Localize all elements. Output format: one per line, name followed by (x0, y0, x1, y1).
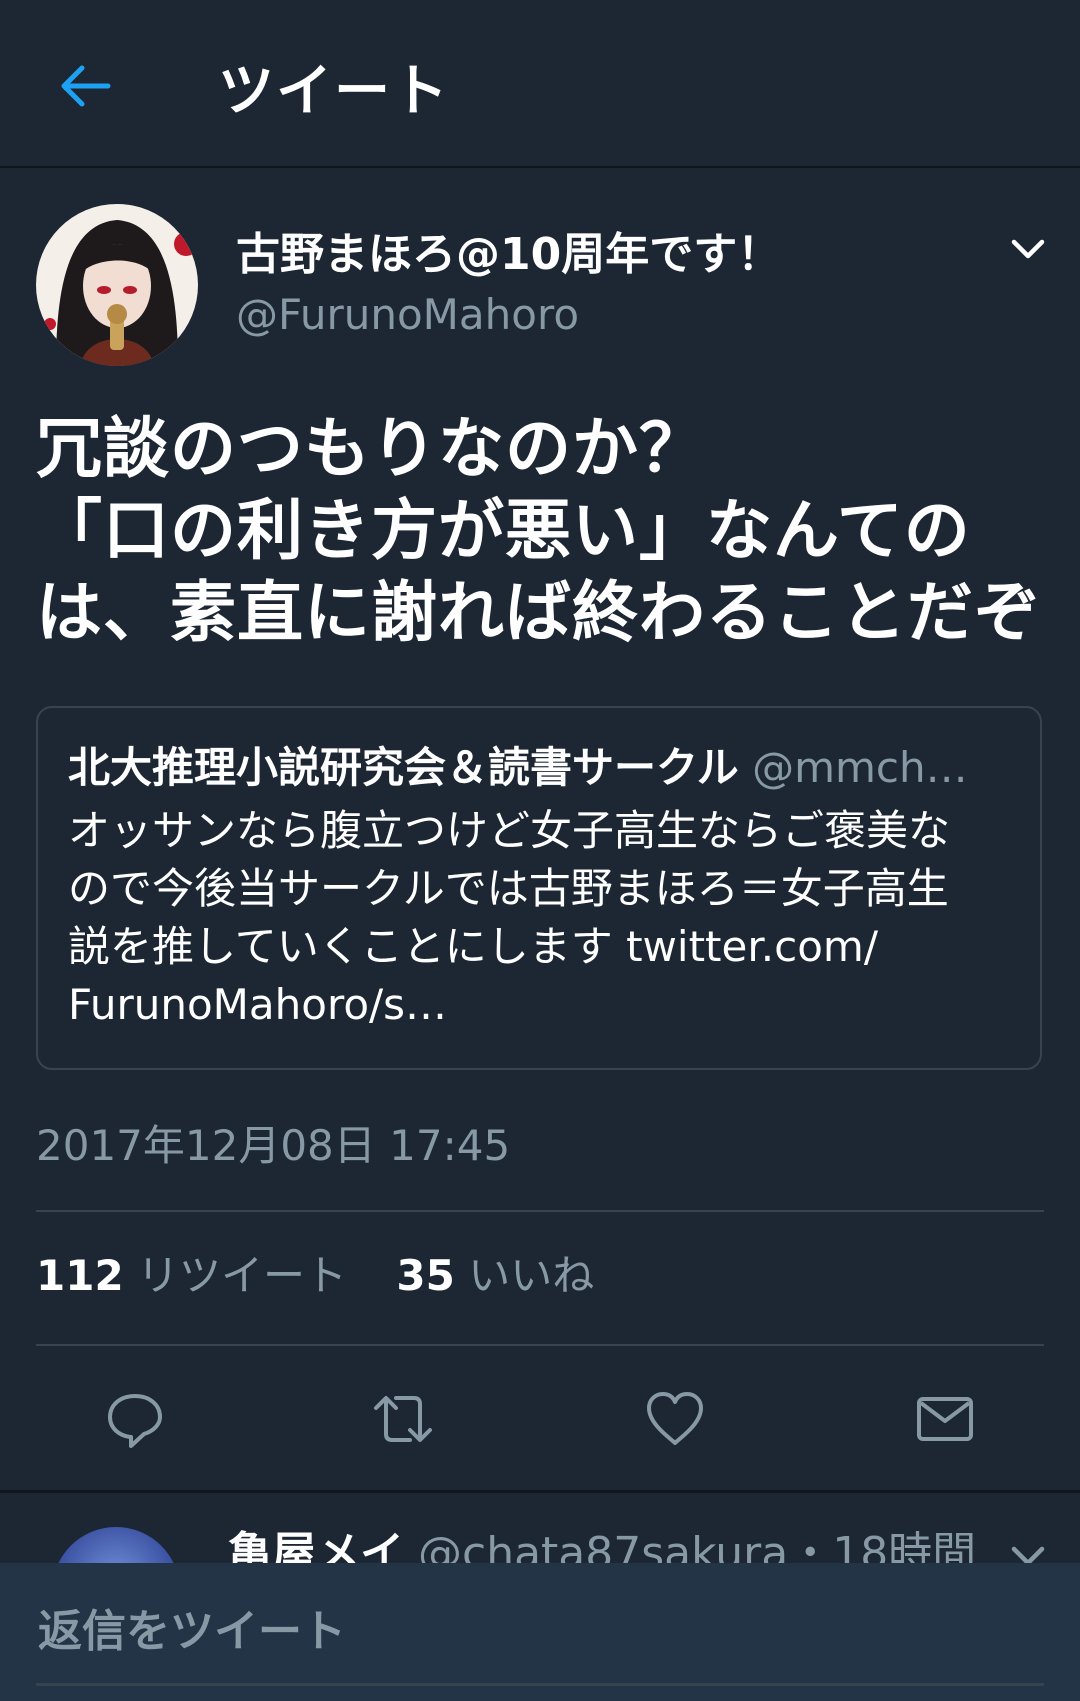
avatar[interactable] (36, 204, 198, 366)
message-icon[interactable] (914, 1388, 976, 1450)
quoted-tweet-text: オッサンなら腹立つけど女子高生ならご褒美な ので今後当サークルでは古野まほろ＝女… (68, 802, 1028, 1034)
like-icon[interactable] (644, 1388, 706, 1450)
tweet-text-line: 「口の利き方が悪い」なんての (36, 492, 971, 569)
retweet-count[interactable]: 112 (36, 1251, 124, 1300)
reply-composer-bar (0, 1563, 1080, 1701)
reply-header: 亀屋メイ @chata87sakura・18時間 (228, 1517, 976, 1563)
reply-avatar[interactable] (52, 1527, 180, 1563)
like-count[interactable]: 35 (396, 1251, 454, 1300)
reply-tweet-preview[interactable]: 亀屋メイ @chata87sakura・18時間 (0, 1493, 1080, 1563)
quoted-text-line: ので今後当サークルでは古野まほろ＝女子高生 (68, 864, 949, 913)
divider (36, 1344, 1044, 1346)
retweet-icon[interactable] (372, 1388, 434, 1450)
chevron-down-icon[interactable] (1010, 1541, 1046, 1563)
retweet-label[interactable]: リツイート (137, 1251, 347, 1300)
reply-author-name: 亀屋メイ (228, 1528, 404, 1563)
tweet-text: 冗談のつもりなのか？ 「口の利き方が悪い」なんての は、素直に謝れば終わることだ… (36, 408, 1046, 654)
author-handle[interactable]: @FurunoMahoro (236, 290, 579, 339)
quoted-text-line: オッサンなら腹立つけど女子高生ならご褒美な (68, 806, 951, 855)
quoted-text-line: FurunoMahoro/s… (68, 980, 448, 1029)
chevron-down-icon[interactable] (1010, 234, 1046, 262)
quoted-tweet-header: 北大推理小説研究会＆読書サークル @mmch… (68, 734, 1018, 795)
tweet-text-line: 冗談のつもりなのか？ (36, 410, 706, 487)
top-app-bar: ツイート (0, 0, 1080, 168)
reply-input[interactable] (36, 1599, 1048, 1663)
page-title: ツイート (218, 59, 450, 124)
quoted-author-name: 北大推理小説研究会＆読書サークル (68, 743, 739, 792)
author-display-name[interactable]: 古野まほろ@10周年です！ (236, 218, 781, 282)
divider (36, 1210, 1044, 1212)
reply-icon[interactable] (104, 1388, 166, 1450)
tweet-timestamp: 2017年12月08日 17:45 (36, 1121, 511, 1170)
quoted-author-handle: @mmch… (752, 743, 968, 792)
tweet-text-line: は、素直に謝れば終わることだぞ (36, 574, 1041, 651)
quoted-text-line: 説を推していくことにします twitter.com/ (68, 922, 878, 971)
like-label[interactable]: いいね (468, 1251, 594, 1300)
reply-input-underline (36, 1683, 1044, 1686)
back-arrow-icon[interactable] (56, 58, 112, 114)
quoted-tweet-card[interactable]: 北大推理小説研究会＆読書サークル @mmch… オッサンなら腹立つけど女子高生な… (36, 706, 1042, 1070)
reply-author-meta: @chata87sakura・18時間 (418, 1528, 977, 1563)
engagement-stats: 112 リツイート 35 いいね (36, 1242, 630, 1303)
